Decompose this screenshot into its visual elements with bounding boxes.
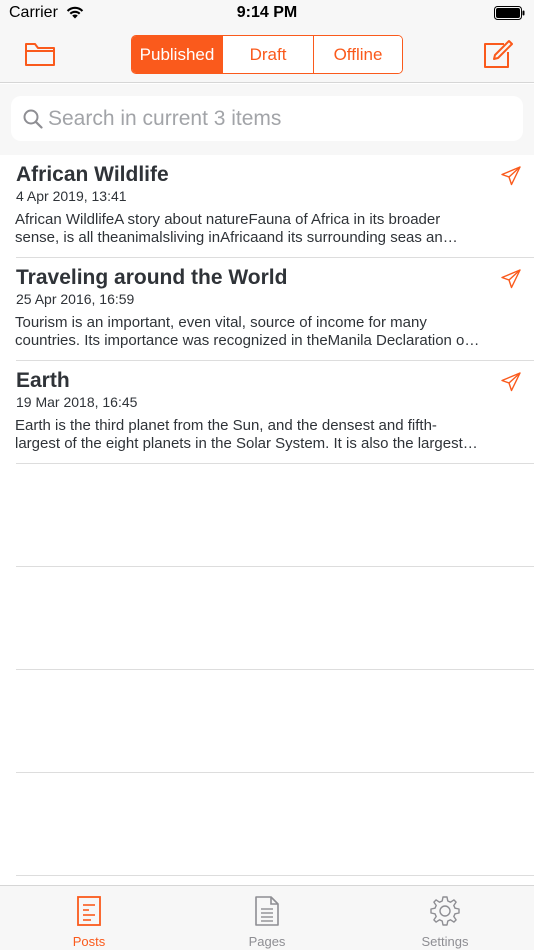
empty-row — [0, 773, 534, 876]
post-row[interactable]: African Wildlife 4 Apr 2019, 13:41 Afric… — [0, 155, 534, 258]
search-placeholder: Search in current 3 items — [48, 107, 282, 130]
post-excerpt-line: Earth is the third planet from the Sun, … — [15, 417, 437, 434]
tab-bar: Posts Pages Settings — [0, 885, 534, 950]
post-row[interactable]: Earth 19 Mar 2018, 16:45 Earth is the th… — [0, 361, 534, 464]
post-excerpt-line: largest of the eight planets in the Sola… — [15, 435, 478, 452]
post-excerpt-line: African WildlifeA story about natureFaun… — [15, 211, 441, 228]
compose-icon[interactable] — [482, 38, 514, 70]
post-excerpt: Tourism is an important, even vital, sou… — [15, 314, 523, 350]
post-list: African Wildlife 4 Apr 2019, 13:41 Afric… — [0, 155, 534, 876]
post-title: Earth — [16, 369, 70, 392]
search-area: Search in current 3 items — [0, 84, 534, 155]
empty-row — [0, 464, 534, 567]
post-excerpt: African WildlifeA story about natureFaun… — [15, 211, 523, 247]
post-excerpt-line: countries. Its importance was recognized… — [15, 332, 480, 349]
row-separator — [16, 875, 534, 876]
status-bar: Carrier 9:14 PM — [0, 0, 534, 30]
tab-posts[interactable]: Posts — [0, 886, 178, 950]
post-row[interactable]: Traveling around the World 25 Apr 2016, … — [0, 258, 534, 361]
pages-icon — [255, 896, 279, 926]
post-date: 4 Apr 2019, 13:41 — [16, 188, 127, 204]
segment-offline[interactable]: Offline — [313, 36, 402, 73]
post-excerpt: Earth is the third planet from the Sun, … — [15, 417, 523, 453]
search-icon — [23, 109, 43, 129]
folder-icon[interactable] — [24, 40, 56, 68]
search-input[interactable]: Search in current 3 items — [11, 96, 523, 141]
segment-draft[interactable]: Draft — [222, 36, 313, 73]
post-title: African Wildlife — [16, 163, 169, 186]
battery-icon — [494, 6, 525, 20]
send-icon[interactable] — [501, 269, 521, 289]
tab-settings[interactable]: Settings — [356, 886, 534, 950]
status-segmented-control: Published Draft Offline — [131, 35, 403, 74]
tab-pages[interactable]: Pages — [178, 886, 356, 950]
posts-icon — [77, 896, 101, 926]
post-date: 19 Mar 2018, 16:45 — [16, 394, 138, 410]
clock: 9:14 PM — [236, 4, 298, 21]
post-excerpt-line: sense, is all theanimalsliving inAfricaa… — [15, 229, 458, 246]
nav-bar: Published Draft Offline — [0, 30, 534, 83]
post-title: Traveling around the World — [16, 266, 288, 289]
gear-icon — [430, 896, 460, 926]
empty-row — [0, 670, 534, 773]
empty-row — [0, 567, 534, 670]
post-date: 25 Apr 2016, 16:59 — [16, 291, 135, 307]
tab-label: Posts — [72, 934, 106, 949]
send-icon[interactable] — [501, 372, 521, 392]
post-excerpt-line: Tourism is an important, even vital, sou… — [15, 314, 427, 331]
tab-label: Settings — [421, 934, 469, 949]
send-icon[interactable] — [501, 166, 521, 186]
segment-published[interactable]: Published — [132, 36, 222, 73]
tab-label: Pages — [248, 934, 286, 949]
